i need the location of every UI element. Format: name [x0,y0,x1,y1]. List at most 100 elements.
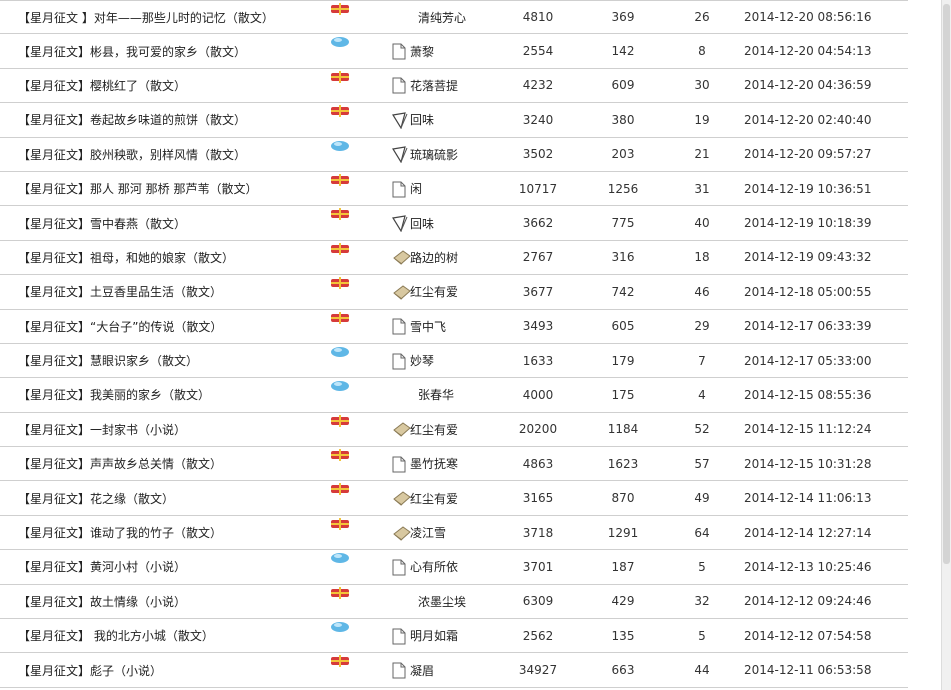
post-date: 2014-12-15 11:12:24 [744,422,872,437]
author-cell: 浓墨尘埃 [392,585,508,618]
view-count: 2554 [522,44,554,59]
view-count: 3502 [522,147,554,162]
author-cell: 花落菩提 [392,69,482,102]
vertical-scrollbar[interactable] [941,0,951,690]
article-title-link[interactable]: 【星月征文】谁动了我的竹子（散文） [18,516,328,549]
author-name-link[interactable]: 浓墨尘埃 [418,593,466,610]
blue-gem-icon [330,34,352,69]
table-row: 【星月征文】慧眼识家乡（散文） 妙琴 1633 179 7 2014-12-17 05:3… [0,344,908,379]
blue-gem-icon [330,619,352,654]
view-count: 4863 [522,456,554,471]
author-cell: 凝眉 [392,653,482,686]
reply-count: 142 [611,44,635,59]
author-name-link[interactable]: 回味 [410,215,434,232]
author-name-link[interactable]: 萧黎 [410,43,434,60]
reply-count: 870 [611,491,635,506]
article-title-link[interactable]: 【星月征文】祖母，和她的娘家（散文） [18,241,328,274]
view-count: 3662 [522,216,554,231]
post-date: 2014-12-17 06:33:39 [744,319,872,334]
author-cell: 红尘有爱 [392,275,482,308]
post-date: 2014-12-14 11:06:13 [744,491,872,506]
score-count: 44 [694,663,710,678]
article-title-link[interactable]: 【星月征文】雪中春燕（散文） [18,206,328,239]
post-date: 2014-12-19 09:43:32 [744,250,872,265]
table-row: 【星月征文 】对年——那些儿时的记忆（散文） 清纯芳心 4810 369 26 2014-… [0,0,908,35]
article-title-link[interactable]: 【星月征文】“大台子”的传说（散文） [18,310,328,343]
table-row: 【星月征文】卷起故乡味道的煎饼（散文） 回味 3240 380 19 2014-12-20… [0,103,908,138]
book-icon [392,525,411,541]
score-count: 7 [698,353,706,368]
reply-count: 1623 [607,456,639,471]
score-count: 30 [694,78,710,93]
score-count: 32 [694,594,710,609]
table-row: 【星月征文】祖母，和她的娘家（散文） 路边的树 2767 316 18 2014-12-1… [0,241,908,276]
score-count: 5 [698,559,706,574]
article-title-link[interactable]: 【星月征文】声声故乡总关情（散文） [18,447,328,480]
article-title-link[interactable]: 【星月征文】慧眼识家乡（散文） [18,344,328,377]
hot-flag-icon [330,172,352,207]
post-date: 2014-12-18 05:00:55 [744,284,872,299]
score-count: 40 [694,216,710,231]
score-count: 46 [694,284,710,299]
author-name-link[interactable]: 墨竹抚寒 [410,455,458,472]
author-name-link[interactable]: 回味 [410,111,434,128]
table-row: 【星月征文】樱桃红了（散文） 花落菩提 4232 609 30 2014-12-20 04… [0,69,908,104]
author-name-link[interactable]: 琉璃硫影 [410,146,458,163]
article-title-link[interactable]: 【星月征文】土豆香里品生活（散文） [18,275,328,308]
table-row: 【星月征文】故土情缘（小说） 浓墨尘埃 6309 429 32 2014-12-12 09… [0,585,908,620]
author-name-link[interactable]: 张春华 [418,386,454,403]
scrollbar-thumb[interactable] [943,4,950,564]
article-title-link[interactable]: 【星月征文】故土情缘（小说） [18,585,328,618]
view-count: 3165 [522,491,554,506]
score-count: 31 [694,181,710,196]
table-row: 【星月征文】“大台子”的传说（散文） 雪中飞 3493 605 29 2014-12-17… [0,310,908,344]
quill-icon [392,215,408,233]
blue-gem-icon [330,344,352,379]
article-title-link[interactable]: 【星月征文】樱桃红了（散文） [18,69,328,102]
author-name-link[interactable]: 雪中飞 [410,318,446,335]
reply-count: 380 [611,112,635,127]
author-name-link[interactable]: 凝眉 [410,662,434,679]
hot-flag-icon [330,69,352,104]
author-name-link[interactable]: 红尘有爱 [410,421,458,438]
reply-count: 663 [611,663,635,678]
view-count: 20200 [518,422,558,437]
article-title-link[interactable]: 【星月征文】花之缘（散文） [18,481,328,514]
article-title-link[interactable]: 【星月征文】一封家书（小说） [18,413,328,446]
reply-count: 742 [611,284,635,299]
hot-flag-icon [330,585,352,620]
hot-flag-icon [330,275,352,310]
reply-count: 429 [611,594,635,609]
article-title-link[interactable]: 【星月征文】胶州秧歌，别样风情（散文） [18,138,328,171]
post-date: 2014-12-20 04:54:13 [744,44,872,59]
article-title-link[interactable]: 【星月征文】彪子（小说） [18,653,328,686]
author-name-link[interactable]: 路边的树 [410,249,458,266]
article-title-link[interactable]: 【星月征文】黄河小村（小说） [18,550,328,583]
score-count: 8 [698,44,706,59]
author-name-link[interactable]: 凌江雪 [410,524,446,541]
author-name-link[interactable]: 闲 [410,180,422,197]
author-name-link[interactable]: 清纯芳心 [418,9,466,26]
article-title-link[interactable]: 【星月征文 】对年——那些儿时的记忆（散文） [18,1,328,33]
author-name-link[interactable]: 明月如霜 [410,627,458,644]
post-date: 2014-12-20 02:40:40 [744,112,872,127]
article-title-link[interactable]: 【星月征文】 我的北方小城（散文） [18,619,328,652]
article-title-link[interactable]: 【星月征文】我美丽的家乡（散文） [18,378,328,411]
author-cell: 回味 [392,103,482,136]
author-cell: 萧黎 [392,34,482,67]
quill-icon [392,112,408,130]
author-name-link[interactable]: 红尘有爱 [410,283,458,300]
author-name-link[interactable]: 心有所依 [410,558,458,575]
hot-flag-icon [330,653,352,688]
author-name-link[interactable]: 红尘有爱 [410,490,458,507]
author-cell: 凌江雪 [392,516,482,549]
hot-flag-icon [330,447,352,482]
author-name-link[interactable]: 妙琴 [410,352,434,369]
view-count: 3718 [522,525,554,540]
score-count: 5 [698,628,706,643]
table-row: 【星月征文】声声故乡总关情（散文） 墨竹抚寒 4863 1623 57 2014-12-1… [0,447,908,482]
article-title-link[interactable]: 【星月征文】那人 那河 那桥 那芦苇（散文） [18,172,328,205]
article-title-link[interactable]: 【星月征文】彬县，我可爱的家乡（散文） [18,34,328,67]
author-name-link[interactable]: 花落菩提 [410,77,458,94]
article-title-link[interactable]: 【星月征文】卷起故乡味道的煎饼（散文） [18,103,328,136]
